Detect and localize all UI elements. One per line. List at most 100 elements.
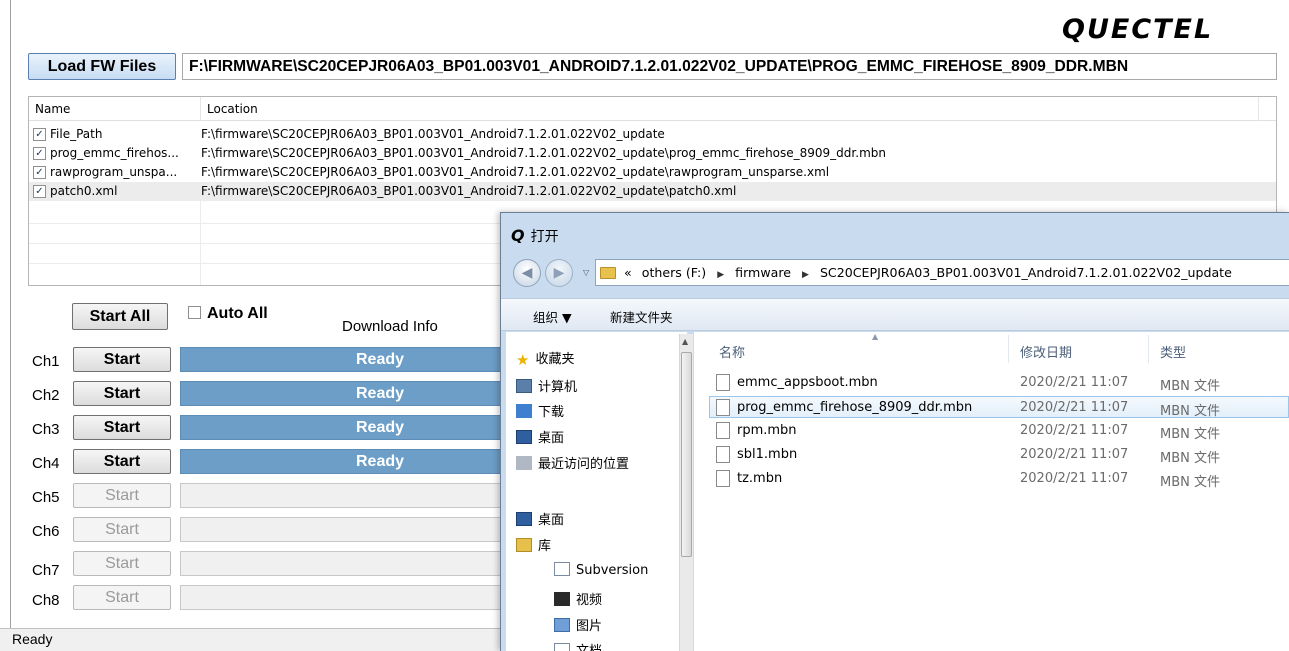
library-icon bbox=[516, 538, 532, 552]
file-type: MBN 文件 bbox=[1160, 427, 1220, 442]
chevron-right-icon[interactable]: ▶ bbox=[717, 270, 724, 280]
file-entry-name: File_Path bbox=[50, 127, 103, 141]
organize-menu-button[interactable]: 组织 ▼ bbox=[533, 307, 572, 326]
column-header-type[interactable]: 类型 bbox=[1160, 342, 1186, 361]
firmware-path-field[interactable]: F:\FIRMWARE\SC20CEPJR06A03_BP01.003V01_A… bbox=[182, 53, 1277, 80]
column-header-name[interactable]: Name bbox=[35, 102, 70, 116]
file-list-header: Name Location bbox=[29, 97, 1276, 121]
channel-label: Ch8 bbox=[32, 592, 60, 609]
quectel-q-icon: Q bbox=[511, 226, 525, 245]
column-separator[interactable] bbox=[1008, 335, 1009, 363]
nav-item-favorites[interactable]: ★ 收藏夹 bbox=[516, 348, 574, 369]
nav-item-label: Subversion bbox=[576, 563, 649, 578]
start-all-button[interactable]: Start All bbox=[72, 303, 168, 330]
navigation-pane[interactable]: ★ 收藏夹 计算机 下载 桌面 最近访问的位置 桌面 库 Subversion 视… bbox=[506, 332, 688, 651]
file-list-row[interactable]: ✓ prog_emmc_firehos... F:\firmware\SC20C… bbox=[29, 144, 1276, 163]
column-header-location[interactable]: Location bbox=[207, 102, 258, 116]
channel-label: Ch1 bbox=[32, 353, 60, 370]
ch4-start-button[interactable]: Start bbox=[73, 449, 171, 474]
nav-item-documents[interactable]: 文档 bbox=[554, 640, 602, 651]
checkbox-unchecked-icon[interactable] bbox=[188, 306, 201, 319]
file-date: 2020/2/21 11:07 bbox=[1020, 447, 1129, 462]
nav-item-videos[interactable]: 视频 bbox=[554, 589, 602, 608]
file-entry-name: rawprogram_unspa... bbox=[50, 165, 178, 179]
forward-icon[interactable]: ▶ bbox=[545, 259, 573, 287]
star-icon: ★ bbox=[516, 351, 530, 369]
navigation-scrollbar[interactable]: ▲ bbox=[679, 334, 693, 651]
file-icon bbox=[716, 374, 730, 391]
dialog-title-bar[interactable]: Q 打开 bbox=[511, 226, 559, 246]
nav-item-subversion[interactable]: Subversion bbox=[554, 562, 648, 578]
load-fw-files-button[interactable]: Load FW Files bbox=[28, 53, 176, 80]
nav-item-label: 最近访问的位置 bbox=[538, 457, 630, 472]
file-name: rpm.mbn bbox=[737, 423, 797, 438]
pictures-icon bbox=[554, 618, 570, 632]
file-row[interactable]: rpm.mbn 2020/2/21 11:07 MBN 文件 bbox=[710, 420, 1289, 442]
recent-places-icon bbox=[516, 456, 532, 470]
file-type: MBN 文件 bbox=[1160, 475, 1220, 490]
document-icon bbox=[554, 562, 570, 576]
file-name: sbl1.mbn bbox=[737, 447, 798, 462]
checkbox-checked-icon[interactable]: ✓ bbox=[33, 128, 46, 141]
window-left-edge bbox=[10, 0, 11, 628]
nav-item-computer[interactable]: 计算机 bbox=[516, 376, 577, 395]
checkbox-checked-icon[interactable]: ✓ bbox=[33, 166, 46, 179]
nav-item-pictures[interactable]: 图片 bbox=[554, 615, 602, 634]
column-header-date[interactable]: 修改日期 bbox=[1020, 342, 1072, 361]
file-name: prog_emmc_firehose_8909_ddr.mbn bbox=[737, 400, 973, 415]
nav-item-label: 文档 bbox=[576, 644, 602, 651]
chevron-right-icon[interactable]: ▶ bbox=[802, 270, 809, 280]
file-row[interactable]: sbl1.mbn 2020/2/21 11:07 MBN 文件 bbox=[710, 444, 1289, 466]
computer-icon bbox=[516, 379, 532, 393]
file-list-row[interactable]: ✓ rawprogram_unspa... F:\firmware\SC20CE… bbox=[29, 163, 1276, 182]
scrollbar-thumb[interactable] bbox=[681, 352, 692, 557]
dialog-toolbar: 组织 ▼ 新建文件夹 bbox=[501, 298, 1289, 331]
nav-item-label: 视频 bbox=[576, 593, 603, 608]
file-list-row-selected[interactable]: ✓ patch0.xml F:\firmware\SC20CEPJR06A03_… bbox=[29, 182, 1276, 201]
new-folder-button[interactable]: 新建文件夹 bbox=[610, 307, 673, 326]
checkbox-checked-icon[interactable]: ✓ bbox=[33, 185, 46, 198]
nav-item-label: 库 bbox=[538, 539, 552, 554]
file-row-selected[interactable]: prog_emmc_firehose_8909_ddr.mbn 2020/2/2… bbox=[709, 396, 1289, 419]
breadcrumb-item-update-folder[interactable]: SC20CEPJR06A03_BP01.003V01_Android7.1.2.… bbox=[820, 265, 1232, 280]
nav-item-desktop-root[interactable]: 桌面 bbox=[516, 509, 564, 528]
ch8-start-button[interactable]: Start bbox=[73, 585, 171, 610]
file-list-row[interactable]: ✓ File_Path F:\firmware\SC20CEPJR06A03_B… bbox=[29, 125, 1276, 144]
file-icon bbox=[716, 422, 730, 439]
ch3-start-button[interactable]: Start bbox=[73, 415, 171, 440]
nav-item-desktop[interactable]: 桌面 bbox=[516, 427, 564, 446]
file-entry-name: patch0.xml bbox=[50, 184, 118, 198]
file-list-pane[interactable]: ▲ 名称 修改日期 类型 emmc_appsboot.mbn 2020/2/21… bbox=[694, 332, 1289, 651]
chevron-down-icon[interactable]: ▽ bbox=[583, 268, 589, 277]
nav-item-libraries[interactable]: 库 bbox=[516, 535, 551, 554]
channel-label: Ch6 bbox=[32, 523, 60, 540]
address-bar[interactable]: « others (F:) ▶ firmware ▶ SC20CEPJR06A0… bbox=[595, 259, 1289, 286]
channel-label: Ch7 bbox=[32, 562, 60, 579]
nav-item-downloads[interactable]: 下载 bbox=[516, 401, 564, 420]
nav-item-recent-places[interactable]: 最近访问的位置 bbox=[516, 453, 629, 472]
file-name: emmc_appsboot.mbn bbox=[737, 375, 878, 390]
back-icon[interactable]: ◀ bbox=[513, 259, 541, 287]
file-entry-location: F:\firmware\SC20CEPJR06A03_BP01.003V01_A… bbox=[201, 165, 830, 179]
checkbox-checked-icon[interactable]: ✓ bbox=[33, 147, 46, 160]
ch6-start-button[interactable]: Start bbox=[73, 517, 171, 542]
column-separator[interactable] bbox=[1148, 335, 1149, 363]
file-row[interactable]: emmc_appsboot.mbn 2020/2/21 11:07 MBN 文件 bbox=[710, 372, 1289, 394]
auto-all-checkbox[interactable]: Auto All bbox=[188, 305, 268, 323]
file-type: MBN 文件 bbox=[1160, 404, 1220, 419]
breadcrumb-overflow[interactable]: « bbox=[624, 265, 632, 280]
column-separator[interactable] bbox=[200, 97, 201, 121]
breadcrumb-item-firmware[interactable]: firmware bbox=[735, 265, 791, 280]
scroll-up-icon[interactable]: ▲ bbox=[682, 337, 688, 346]
channel-label: Ch4 bbox=[32, 455, 60, 472]
column-header-name[interactable]: 名称 bbox=[719, 342, 745, 361]
ch5-start-button[interactable]: Start bbox=[73, 483, 171, 508]
file-row[interactable]: tz.mbn 2020/2/21 11:07 MBN 文件 bbox=[710, 468, 1289, 490]
column-separator[interactable] bbox=[1258, 97, 1259, 121]
quectel-logo: QUECTEL bbox=[1062, 14, 1214, 45]
breadcrumb-item-drive[interactable]: others (F:) bbox=[642, 265, 706, 280]
channel-label: Ch2 bbox=[32, 387, 60, 404]
ch1-start-button[interactable]: Start bbox=[73, 347, 171, 372]
ch2-start-button[interactable]: Start bbox=[73, 381, 171, 406]
ch7-start-button[interactable]: Start bbox=[73, 551, 171, 576]
